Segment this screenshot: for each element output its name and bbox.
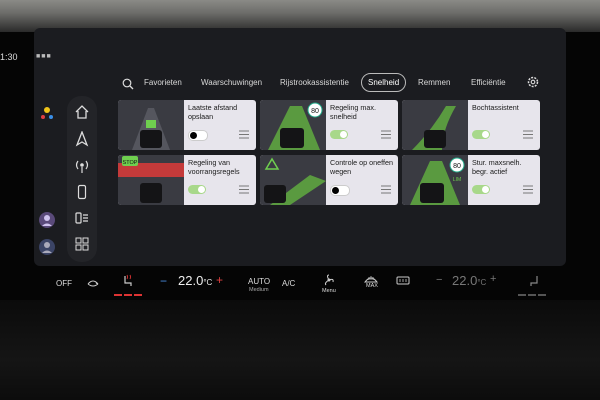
rear-defrost-icon[interactable]: [396, 276, 410, 286]
dashboard-trim: [0, 300, 600, 400]
toggle-switch[interactable]: [330, 130, 348, 139]
ac-button[interactable]: A/C: [282, 279, 295, 288]
tab-remmen[interactable]: Remmen: [418, 78, 450, 87]
badge-text: 80: [453, 163, 461, 170]
card-stur-maxsnelh[interactable]: 80 LIM Stur. maxsnelh. begr. actief: [402, 155, 540, 205]
menu-icon[interactable]: [523, 185, 533, 194]
speed-limiter-illustration-icon: 80 LIM: [402, 155, 468, 205]
seat-heat-level: [518, 294, 526, 296]
card-laatste-afstand[interactable]: Laatste afstand opslaan: [118, 100, 256, 150]
search-icon[interactable]: [122, 78, 134, 90]
toggle-switch[interactable]: [330, 185, 350, 196]
menu-icon[interactable]: [239, 130, 249, 139]
recirculation-icon[interactable]: [86, 278, 100, 288]
user-account-icon[interactable]: [38, 238, 56, 256]
card-title: Regeling van voorrangsregels: [188, 158, 240, 176]
toggle-switch[interactable]: [472, 130, 490, 139]
menu-icon[interactable]: [523, 130, 533, 139]
tab-efficientie[interactable]: Efficiëntie: [471, 78, 506, 87]
temp-decrease-left-button[interactable]: −: [160, 274, 167, 288]
left-temperature: 22.0°C: [178, 273, 213, 288]
distance-illustration-icon: [118, 100, 184, 150]
max-defrost-label: MAX: [366, 283, 378, 289]
fan-icon[interactable]: [322, 274, 336, 286]
phone-icon[interactable]: [74, 184, 90, 200]
climate-off-button[interactable]: OFF: [56, 279, 72, 288]
card-title: Bochtassistent: [472, 103, 519, 112]
seat-heat-level: [134, 294, 142, 296]
toggle-switch[interactable]: [472, 185, 490, 194]
seat-heating-right-icon[interactable]: [528, 274, 540, 288]
radio-icon[interactable]: [74, 158, 90, 174]
warning-lights-icon[interactable]: [38, 105, 56, 123]
gear-icon[interactable]: [526, 75, 540, 89]
seat-heat-level: [114, 294, 122, 296]
card-title: Stur. maxsnelh. begr. actief: [472, 158, 522, 176]
temp-increase-right-button[interactable]: +: [490, 273, 496, 285]
card-bochtassistent[interactable]: Bochtassistent: [402, 100, 540, 150]
toggle-switch[interactable]: [188, 130, 208, 141]
tab-waarschuwingen[interactable]: Waarschuwingen: [201, 78, 262, 87]
speed-limit-illustration-icon: 80: [260, 100, 326, 150]
card-controle-oneffen-wegen[interactable]: Controle op oneffen wegen: [260, 155, 398, 205]
card-regeling-max-snelheid[interactable]: 80 Regeling max. snelheid: [260, 100, 398, 150]
apps-grid-icon[interactable]: [74, 236, 90, 252]
badge-sub-text: LIM: [453, 177, 461, 183]
card-voorrangsregels[interactable]: STOP Regeling van voorrangsregels: [118, 155, 256, 205]
climate-menu-label[interactable]: Menu: [322, 288, 336, 294]
vehicle-settings-icon[interactable]: [74, 210, 90, 226]
tab-favorieten[interactable]: Favorieten: [144, 78, 182, 87]
toggle-switch[interactable]: [188, 185, 206, 194]
uneven-road-illustration-icon: [260, 155, 326, 205]
status-time: 1:30: [0, 52, 18, 62]
seat-heat-level: [124, 294, 132, 296]
auto-button[interactable]: AUTO: [248, 277, 270, 286]
main-nav: [67, 96, 97, 262]
right-of-way-illustration-icon: STOP: [118, 155, 184, 205]
badge-text: STOP: [123, 160, 138, 166]
temp-increase-left-button[interactable]: +: [216, 273, 223, 287]
tab-rijstrookassistentie[interactable]: Rijstrookassistentie: [280, 78, 349, 87]
curve-assist-illustration-icon: [402, 100, 468, 150]
temp-decrease-right-button[interactable]: −: [436, 274, 442, 286]
home-icon[interactable]: [74, 104, 90, 120]
badge-text: 80: [311, 108, 319, 115]
menu-icon[interactable]: [381, 185, 391, 194]
seat-heat-level: [528, 294, 536, 296]
seat-heat-level: [538, 294, 546, 296]
tab-snelheid[interactable]: Snelheid: [361, 73, 407, 92]
signal-strength: ■■■: [36, 53, 52, 60]
navigation-icon[interactable]: [74, 131, 90, 147]
card-title: Regeling max. snelheid: [330, 103, 376, 121]
seat-heating-left-icon[interactable]: [122, 274, 134, 288]
right-temperature: 22.0°C: [452, 273, 487, 288]
auto-mode-label: Medium: [249, 287, 269, 293]
profile-icon[interactable]: [38, 211, 56, 229]
card-title: Laatste afstand opslaan: [188, 103, 238, 121]
menu-icon[interactable]: [381, 130, 391, 139]
menu-icon[interactable]: [239, 185, 249, 194]
card-title: Controle op oneffen wegen: [330, 158, 394, 176]
